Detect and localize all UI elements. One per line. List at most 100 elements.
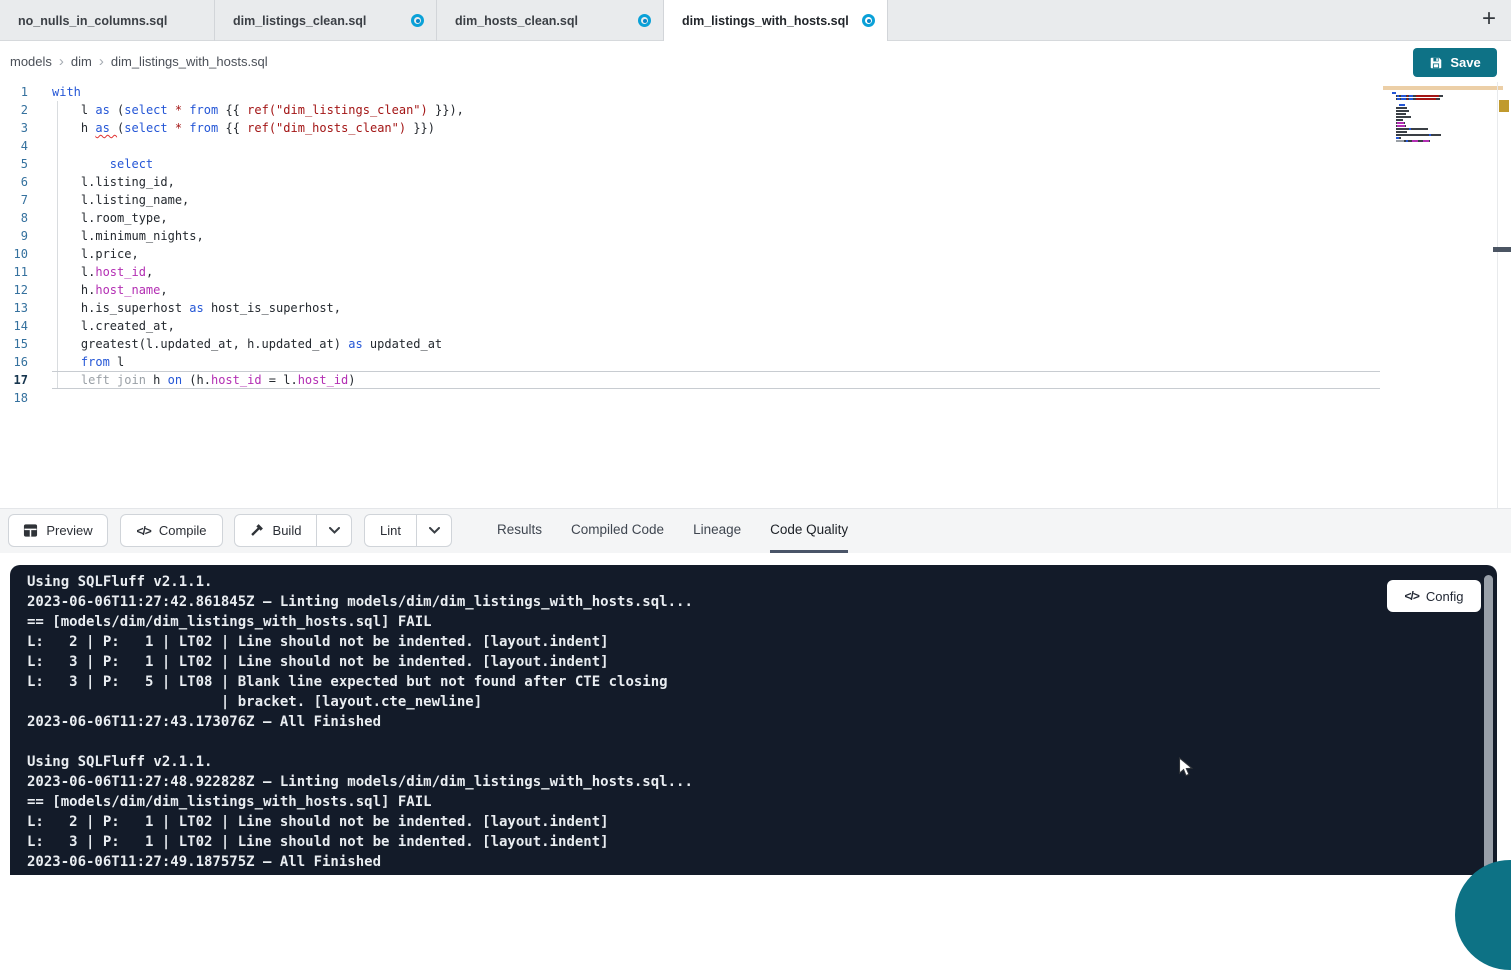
code-token: l.created_at, (52, 319, 175, 333)
code-token: l (52, 103, 95, 117)
build-button-group: Build (234, 514, 352, 547)
help-fab-button[interactable] (1455, 860, 1511, 970)
code-token: h.is_superhost (52, 301, 189, 315)
file-tab[interactable]: no_nulls_in_columns.sql (0, 0, 215, 41)
code-line[interactable]: l.listing_name, (52, 191, 1497, 209)
new-tab-button[interactable]: + (1475, 5, 1503, 33)
code-token: l.minimum_nights, (52, 229, 204, 243)
file-tab-label: no_nulls_in_columns.sql (18, 14, 167, 28)
minimap-lines[interactable] (1392, 92, 1496, 146)
terminal-line: L: 2 | P: 1 | LT02 | Line should not be … (27, 632, 693, 652)
minimap-line (1392, 104, 1496, 106)
code-token: as (348, 337, 362, 351)
file-tab[interactable]: dim_listings_with_hosts.sql (664, 0, 888, 41)
build-dropdown-button[interactable] (316, 515, 351, 546)
code-line[interactable]: l.minimum_nights, (52, 227, 1497, 245)
compile-button-label: Compile (159, 523, 207, 538)
code-token: h. (52, 283, 95, 297)
line-number: 11 (0, 263, 28, 281)
code-line[interactable]: l.room_type, (52, 209, 1497, 227)
line-number: 12 (0, 281, 28, 299)
code-token: host_id (95, 265, 146, 279)
code-icon: </> (136, 524, 150, 538)
lint-button-label: Lint (380, 523, 401, 538)
breadcrumb-segment[interactable]: dim (71, 54, 92, 69)
compile-button[interactable]: </> Compile (120, 514, 223, 547)
save-button-label: Save (1450, 55, 1480, 70)
code-line[interactable]: from l (52, 353, 1497, 371)
file-tab[interactable]: dim_hosts_clean.sql (437, 0, 664, 41)
panel-tab-compiled-code[interactable]: Compiled Code (571, 509, 664, 553)
code-token: (h. (182, 373, 211, 387)
line-number: 10 (0, 245, 28, 263)
terminal-line: L: 3 | P: 5 | LT08 | Blank line expected… (27, 672, 693, 692)
config-button[interactable]: </> Config (1387, 580, 1481, 612)
minimap-line (1392, 131, 1496, 133)
code-token: = l. (262, 373, 298, 387)
line-number: 5 (0, 155, 28, 173)
panel-tab-lineage[interactable]: Lineage (693, 509, 741, 553)
unsaved-changes-icon (411, 14, 424, 27)
preview-button-label: Preview (46, 523, 92, 538)
code-token: as (95, 103, 109, 117)
save-icon (1429, 56, 1443, 70)
panel-tab-code-quality[interactable]: Code Quality (770, 509, 848, 553)
code-line[interactable] (52, 389, 1497, 407)
minimap-viewport[interactable] (1383, 86, 1503, 90)
line-number: 16 (0, 353, 28, 371)
line-number: 17 (0, 371, 28, 389)
panel-tab-results[interactable]: Results (497, 509, 542, 553)
code-line[interactable]: l as (select * from {{ ref("dim_listings… (52, 101, 1497, 119)
code-line[interactable]: left join h on (h.host_id = l.host_id) (52, 371, 1380, 389)
lint-button[interactable]: Lint (365, 515, 416, 546)
code-token: on (168, 373, 182, 387)
code-editor[interactable]: 123456789101112131415161718 with l as (s… (0, 82, 1511, 508)
code-line[interactable]: l.host_id, (52, 263, 1497, 281)
terminal-scrollbar[interactable] (1484, 575, 1493, 870)
code-token: ref("dim_hosts_clean") (247, 121, 406, 135)
minimap-line (1392, 98, 1496, 100)
terminal-line: 2023-06-06T11:27:42.861845Z – Linting mo… (27, 592, 693, 612)
action-toolbar: Preview </> Compile Build Lint Results Co… (0, 508, 1511, 553)
code-token: h (146, 373, 168, 387)
code-token: from (189, 121, 218, 135)
line-number: 14 (0, 317, 28, 335)
overview-ruler-divider (1497, 82, 1498, 508)
minimap-line (1392, 140, 1496, 142)
code-line[interactable]: l.created_at, (52, 317, 1497, 335)
code-token: l.listing_id, (52, 175, 175, 189)
code-line[interactable]: l.listing_id, (52, 173, 1497, 191)
code-token: from (81, 355, 110, 369)
preview-button[interactable]: Preview (8, 514, 108, 547)
unsaved-changes-icon (638, 14, 651, 27)
code-line[interactable]: h.is_superhost as host_is_superhost, (52, 299, 1497, 317)
file-tab[interactable]: dim_listings_clean.sql (215, 0, 437, 41)
line-number: 15 (0, 335, 28, 353)
code-token: greatest(l.updated_at, h.updated_at) (52, 337, 348, 351)
code-line[interactable] (52, 137, 1497, 155)
code-line[interactable]: select (52, 155, 1497, 173)
code-token: ( (110, 103, 124, 117)
code-token: l (110, 355, 124, 369)
minimap-line (1392, 134, 1496, 136)
breadcrumb-segment[interactable]: models (10, 54, 52, 69)
build-button[interactable]: Build (235, 515, 316, 546)
file-header-bar: models › dim › dim_listings_with_hosts.s… (0, 41, 1511, 82)
code-line[interactable]: h.host_name, (52, 281, 1497, 299)
code-token: l.listing_name, (52, 193, 189, 207)
code-line[interactable]: greatest(l.updated_at, h.updated_at) as … (52, 335, 1497, 353)
unsaved-changes-icon (862, 14, 875, 27)
overview-ruler-scroll-marker[interactable] (1493, 247, 1511, 252)
code-token: with (52, 85, 81, 99)
code-line[interactable]: h as (select * from {{ ref("dim_hosts_cl… (52, 119, 1497, 137)
code-token: as (95, 121, 117, 135)
code-line[interactable]: with (52, 83, 1497, 101)
chevron-right-icon: › (99, 54, 104, 69)
tab-bar: no_nulls_in_columns.sql dim_listings_clea… (0, 0, 1511, 41)
line-number: 13 (0, 299, 28, 317)
lint-dropdown-button[interactable] (416, 515, 451, 546)
code-token: ) (348, 373, 355, 387)
save-button[interactable]: Save (1413, 48, 1497, 77)
code-area[interactable]: with l as (select * from {{ ref("dim_lis… (52, 83, 1497, 407)
code-line[interactable]: l.price, (52, 245, 1497, 263)
